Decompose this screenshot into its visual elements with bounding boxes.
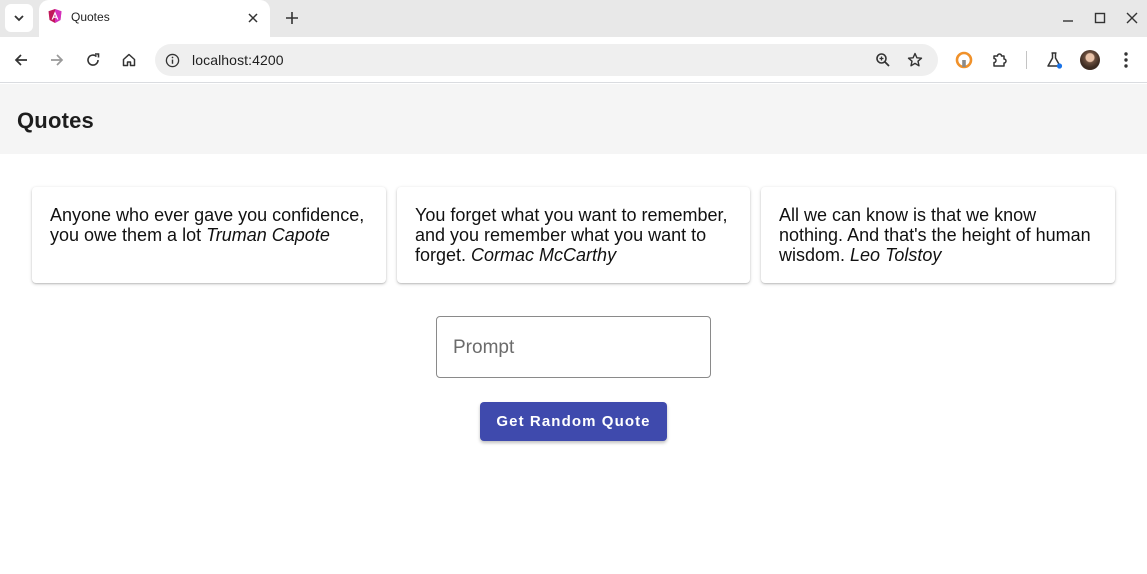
quote-card: All we can know is that we know nothing.… bbox=[761, 187, 1115, 283]
page-title: Quotes bbox=[17, 108, 94, 133]
toolbar-divider bbox=[1026, 51, 1027, 69]
quote-author: Truman Capote bbox=[206, 225, 330, 245]
labs-flask-icon[interactable] bbox=[1044, 50, 1064, 70]
quote-text: All we can know is that we know nothing.… bbox=[779, 205, 1097, 265]
quote-text: Anyone who ever gave you confidence, you… bbox=[50, 205, 368, 245]
prompt-field[interactable] bbox=[436, 316, 711, 378]
url-text[interactable]: localhost:4200 bbox=[192, 52, 284, 68]
address-bar[interactable]: localhost:4200 bbox=[155, 44, 938, 76]
reload-icon[interactable] bbox=[80, 47, 106, 73]
avatar[interactable] bbox=[1080, 50, 1100, 70]
browser-tabstrip: Quotes bbox=[0, 0, 1147, 37]
quote-author: Cormac McCarthy bbox=[471, 245, 617, 265]
star-icon[interactable] bbox=[906, 51, 924, 69]
plus-icon[interactable] bbox=[281, 7, 303, 29]
tab-title: Quotes bbox=[71, 10, 110, 24]
browser-tab[interactable]: Quotes bbox=[39, 0, 270, 37]
extension-orange-icon[interactable] bbox=[954, 50, 974, 70]
angular-favicon bbox=[47, 8, 63, 24]
quote-card: You forget what you want to remember, an… bbox=[397, 187, 750, 283]
quote-text: You forget what you want to remember, an… bbox=[415, 205, 732, 265]
prompt-input[interactable] bbox=[453, 335, 693, 361]
zoom-icon[interactable] bbox=[874, 51, 892, 69]
window-close-icon[interactable] bbox=[1122, 8, 1142, 28]
close-icon[interactable] bbox=[245, 10, 261, 26]
tab-search-icon[interactable] bbox=[5, 4, 33, 32]
browser-toolbar: localhost:4200 bbox=[0, 37, 1147, 83]
back-arrow-icon[interactable] bbox=[8, 47, 34, 73]
quote-author: Leo Tolstoy bbox=[850, 245, 942, 265]
minimize-icon[interactable] bbox=[1058, 8, 1078, 28]
quote-card: Anyone who ever gave you confidence, you… bbox=[32, 187, 386, 283]
puzzle-icon[interactable] bbox=[990, 50, 1010, 70]
home-icon[interactable] bbox=[116, 47, 142, 73]
forward-arrow-icon[interactable] bbox=[44, 47, 70, 73]
app-header: Quotes bbox=[0, 84, 1147, 154]
get-random-quote-button[interactable]: Get Random Quote bbox=[480, 402, 667, 441]
maximize-icon[interactable] bbox=[1090, 8, 1110, 28]
kebab-menu-icon[interactable] bbox=[1116, 50, 1136, 70]
info-icon[interactable] bbox=[164, 52, 180, 68]
